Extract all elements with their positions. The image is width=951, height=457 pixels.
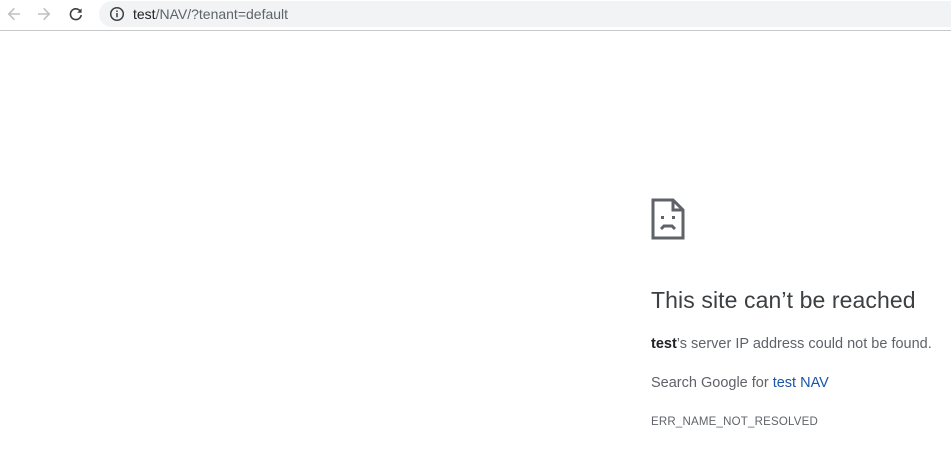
url-host: test bbox=[133, 6, 156, 22]
info-icon[interactable] bbox=[109, 6, 125, 22]
error-title: This site can’t be reached bbox=[651, 287, 916, 313]
suggestion-prefix: Search Google for bbox=[651, 375, 773, 391]
search-suggestion: Search Google for test NAV bbox=[651, 375, 829, 391]
error-code: ERR_NAME_NOT_RESOLVED bbox=[651, 416, 818, 428]
url-path: /NAV/?tenant=default bbox=[155, 6, 289, 22]
arrow-left-icon bbox=[7, 7, 20, 21]
back-button[interactable] bbox=[2, 3, 26, 25]
browser-toolbar: test/NAV/?tenant=default bbox=[0, 0, 951, 31]
arrow-right-icon bbox=[38, 7, 51, 21]
error-host: test bbox=[651, 336, 677, 352]
error-desc-text: ’s server IP address could not be found. bbox=[676, 336, 932, 352]
address-bar[interactable]: test/NAV/?tenant=default bbox=[99, 1, 951, 27]
reload-button[interactable] bbox=[64, 3, 88, 25]
error-description: test’s server IP address could not be fo… bbox=[651, 336, 932, 352]
sad-page-icon bbox=[651, 198, 685, 240]
forward-button[interactable] bbox=[32, 3, 56, 25]
reload-icon bbox=[69, 8, 82, 21]
url-text[interactable]: test/NAV/?tenant=default bbox=[133, 6, 288, 22]
search-google-link[interactable]: test NAV bbox=[773, 375, 829, 391]
